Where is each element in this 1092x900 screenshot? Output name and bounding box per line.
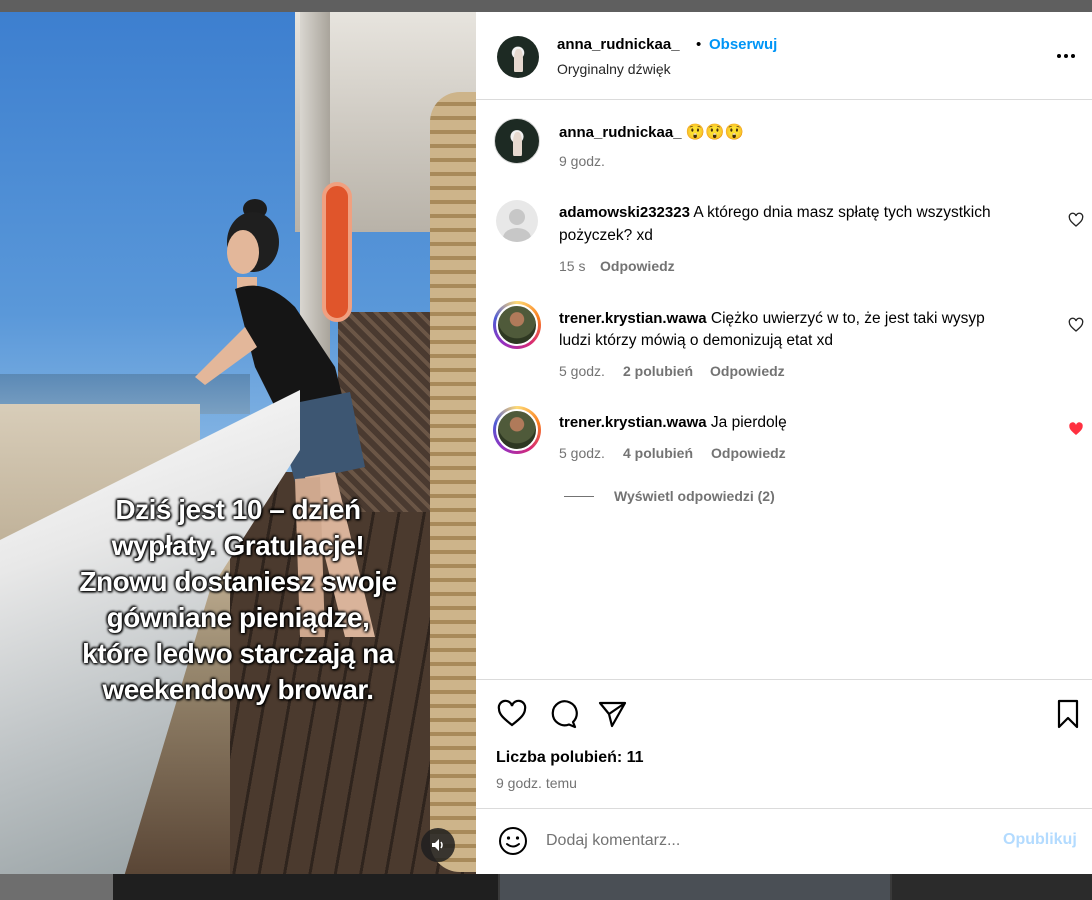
reel-video[interactable]: Dziś jest 10 – dzień wypłaty. Gratulacje… xyxy=(0,12,476,874)
thumbnail[interactable] xyxy=(892,874,1092,900)
comment-time: 5 godz. xyxy=(559,363,605,379)
bookmark-icon[interactable] xyxy=(1052,698,1084,730)
caption-line: anna_rudnickaa_ 😲😲😲 xyxy=(559,121,744,144)
view-replies-button[interactable]: Wyświetl odpowiedzi (2) xyxy=(614,488,775,504)
caption-username[interactable]: anna_rudnickaa_ xyxy=(559,124,682,141)
share-icon[interactable] xyxy=(596,698,628,730)
comment-text: Ciężko uwierzyć w to, że jest taki wysyp xyxy=(710,310,985,327)
caption-time: 9 godz. xyxy=(559,153,605,169)
reply-button[interactable]: Odpowiedz xyxy=(600,258,675,274)
speaker-icon xyxy=(432,839,443,851)
comment-avatar-story-ring[interactable] xyxy=(493,406,541,454)
post-header: anna_rudnickaa_ • Obserwuj Oryginalny dź… xyxy=(476,12,1092,100)
thumbnail-strip xyxy=(0,874,1092,900)
caption-author-avatar[interactable] xyxy=(494,118,540,164)
thumbnail[interactable] xyxy=(113,874,498,900)
comment-text: Ja pierdolę xyxy=(710,414,787,431)
thumbnail[interactable] xyxy=(0,874,113,900)
caption-text: 😲😲😲 xyxy=(685,124,744,141)
heart-icon[interactable] xyxy=(1068,317,1084,333)
heart-filled-icon[interactable] xyxy=(1068,421,1084,437)
comment-likes[interactable]: 4 polubień xyxy=(623,445,693,461)
comment-line-1: trener.krystian.wawa Ciężko uwierzyć w t… xyxy=(559,307,985,330)
video-caption: Dziś jest 10 – dzień wypłaty. Gratulacje… xyxy=(79,494,397,705)
comment-text: A którego dnia masz spłatę tych wszystki… xyxy=(693,204,991,221)
author-avatar[interactable] xyxy=(497,36,539,78)
separator-dot: • xyxy=(696,36,702,53)
comment-time: 15 s xyxy=(559,258,586,274)
more-icon[interactable] xyxy=(1054,44,1078,68)
comment-avatar-story-ring[interactable] xyxy=(493,301,541,349)
comment-text-cont: ludzi którzy mówią o demonizują etat xd xyxy=(559,332,833,349)
heart-icon[interactable] xyxy=(496,698,528,730)
heart-icon[interactable] xyxy=(1068,212,1084,228)
view-replies-divider xyxy=(564,496,594,497)
browser-top-bar xyxy=(0,0,1092,12)
thumbnail[interactable] xyxy=(500,874,890,900)
likes-count[interactable]: Liczba polubień: 11 xyxy=(496,749,644,767)
follow-button[interactable]: Obserwuj xyxy=(709,36,777,53)
comment-username[interactable]: trener.krystian.wawa xyxy=(559,310,707,327)
comment-avatar-default[interactable] xyxy=(496,200,538,242)
comment-username[interactable]: adamowski232323 xyxy=(559,204,690,221)
audio-label[interactable]: Oryginalny dźwięk xyxy=(557,61,671,77)
wicker-basket xyxy=(430,92,476,872)
post-side-panel: anna_rudnickaa_ • Obserwuj Oryginalny dź… xyxy=(476,12,1092,874)
reply-button[interactable]: Odpowiedz xyxy=(710,363,785,379)
comment-icon[interactable] xyxy=(546,698,578,730)
comment-time: 5 godz. xyxy=(559,445,605,461)
publish-button[interactable]: Opublikuj xyxy=(1003,831,1077,849)
comment-username[interactable]: trener.krystian.wawa xyxy=(559,414,707,431)
emoji-icon[interactable] xyxy=(498,826,528,856)
reply-button[interactable]: Odpowiedz xyxy=(711,445,786,461)
post-actions: Liczba polubień: 11 9 godz. temu xyxy=(476,679,1092,809)
comment-likes[interactable]: 2 polubień xyxy=(623,363,693,379)
mute-button[interactable] xyxy=(421,828,455,862)
comment-text-cont: pożyczek? xd xyxy=(559,227,653,244)
comment-line-1: trener.krystian.wawa Ja pierdolę xyxy=(559,411,787,434)
comment-line-1: adamowski232323 A którego dnia masz spła… xyxy=(559,201,991,224)
comment-composer: Opublikuj xyxy=(476,809,1092,874)
post-time: 9 godz. temu xyxy=(496,775,577,791)
author-username[interactable]: anna_rudnickaa_ xyxy=(557,36,680,53)
comment-input[interactable] xyxy=(546,827,986,855)
